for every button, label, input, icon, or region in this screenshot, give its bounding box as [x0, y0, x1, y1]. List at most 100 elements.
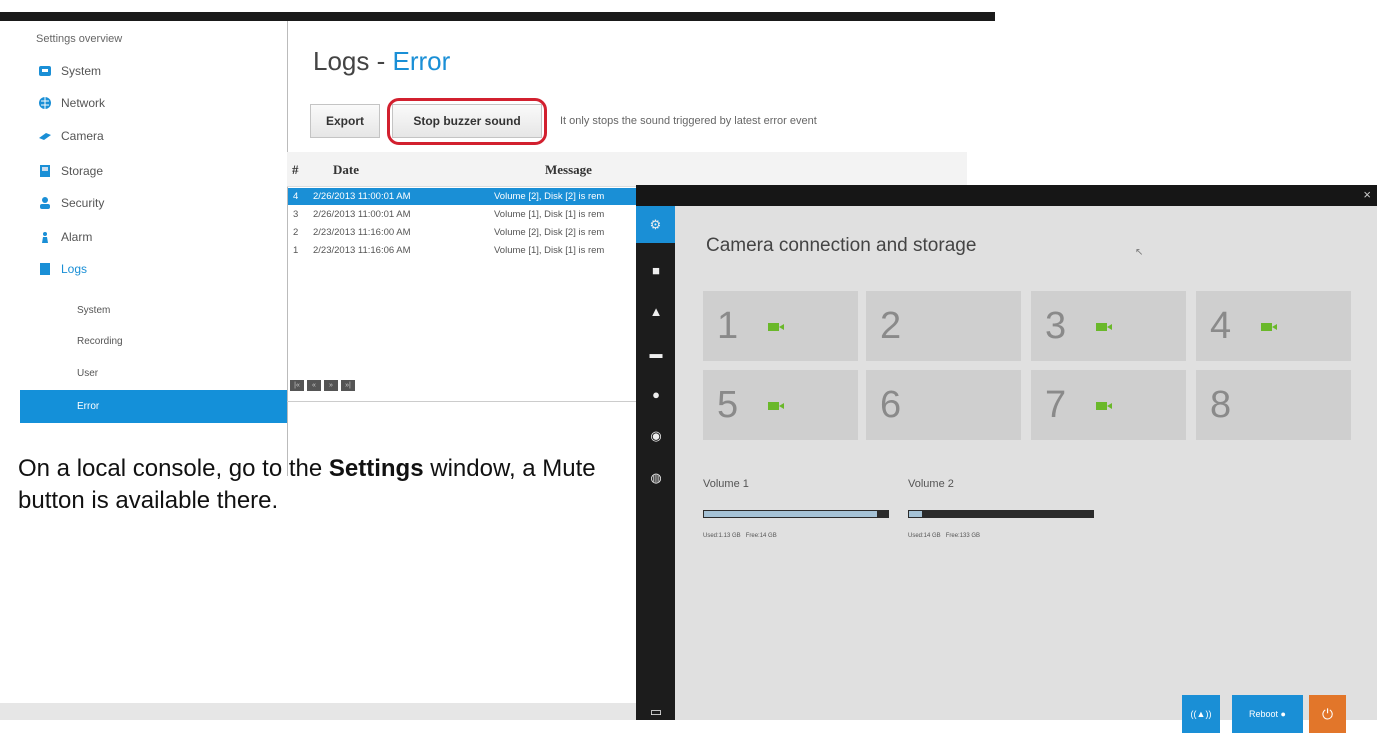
camera-number: 2: [880, 305, 902, 347]
camera-connected-icon: [1261, 323, 1277, 331]
camera-number: 3: [1045, 305, 1067, 347]
row-date: 2/23/2013 11:16:06 AM: [313, 245, 411, 256]
camera-tile-2[interactable]: 2: [866, 291, 1021, 361]
nav-label-logs: Logs: [61, 262, 88, 276]
keyboard-icon[interactable]: ▭: [648, 704, 664, 720]
camera-number: 1: [717, 305, 739, 347]
nav-label-security: Security: [61, 196, 105, 210]
settings-overview-label: Settings overview: [36, 33, 123, 45]
pager-last-button[interactable]: »|: [341, 380, 355, 391]
power-button[interactable]: ⏻: [1309, 695, 1346, 733]
top-bar: [0, 12, 995, 21]
col-header-message: Message: [545, 162, 592, 177]
camera-number: 4: [1210, 305, 1232, 347]
camera-connected-icon: [1096, 323, 1112, 331]
camera-connected-icon: [1096, 402, 1112, 410]
nav-item-security[interactable]: Security: [38, 191, 104, 215]
volume-2-title: Volume 2: [908, 478, 954, 490]
volume-1-usage-bar: [703, 510, 889, 518]
volume-1-used: Used:1.13 GB: [703, 533, 741, 539]
log-table-header: # Date Message: [287, 152, 967, 187]
pager-first-button[interactable]: |«: [290, 380, 304, 391]
camera-number: 5: [717, 384, 739, 426]
page-title-prefix: Logs -: [313, 46, 393, 76]
camera-tile-6[interactable]: 6: [866, 370, 1021, 440]
mute-button[interactable]: ((▲)): [1182, 695, 1220, 733]
caption-prefix: On a local console, go to the: [18, 455, 329, 482]
volume-2-legend: Used:14 GB Free:133 GB: [908, 533, 980, 539]
nav-item-logs[interactable]: Logs: [38, 257, 87, 281]
security-icon: [40, 197, 50, 209]
volume-1-legend: Used:1.13 GB Free:14 GB: [703, 533, 777, 539]
gear-icon[interactable]: ⚙: [636, 206, 675, 243]
nav-item-storage[interactable]: Storage: [38, 159, 103, 183]
database-icon[interactable]: ◉: [648, 428, 664, 444]
camera-tile-5[interactable]: 5: [703, 370, 858, 440]
camera-connected-icon: [768, 323, 784, 331]
pager-prev-button[interactable]: «: [307, 380, 321, 391]
divider: [287, 401, 642, 402]
row-message: Volume [2], Disk [2] is rem: [494, 191, 605, 202]
settings-sidebar: Settings overview System Network Camera …: [0, 21, 288, 476]
globe-icon[interactable]: ◍: [648, 470, 664, 486]
row-message: Volume [1], Disk [1] is rem: [494, 245, 605, 256]
nav-item-system[interactable]: System: [38, 59, 101, 83]
export-button[interactable]: Export: [310, 104, 380, 138]
camera-tile-7[interactable]: 7: [1031, 370, 1186, 440]
camera-icon: [39, 133, 51, 140]
display-icon[interactable]: ▬: [648, 346, 664, 362]
console-section-title: Camera connection and storage: [706, 235, 977, 256]
camera-tile-4[interactable]: 4: [1196, 291, 1351, 361]
camera-number: 6: [880, 384, 902, 426]
camera-number: 8: [1210, 384, 1232, 426]
nav-label-system: System: [61, 64, 102, 78]
row-date: 2/23/2013 11:16:00 AM: [313, 227, 411, 238]
volume-2-used-fill: [909, 511, 923, 517]
camera-number: 7: [1045, 384, 1067, 426]
row-num: 3: [293, 209, 299, 220]
row-num: 1: [293, 245, 299, 256]
nav-label-network: Network: [61, 96, 106, 110]
alert-icon[interactable]: ▲: [648, 304, 664, 320]
system-icon: [39, 66, 51, 76]
pager-next-button[interactable]: »: [324, 380, 338, 391]
logs-sub-recording[interactable]: Recording: [77, 336, 123, 347]
video-camera-icon[interactable]: ■: [648, 263, 664, 279]
row-message: Volume [2], Disk [2] is rem: [494, 227, 605, 238]
local-console-window: × ⚙ ■ ▲ ▬ ● ◉ ◍ ▭ Camera connection and …: [636, 185, 1377, 733]
volume-2-used: Used:14 GB: [908, 533, 941, 539]
camera-tile-8[interactable]: 8: [1196, 370, 1351, 440]
nav-item-camera[interactable]: Camera: [38, 124, 104, 148]
logs-sub-error[interactable]: Error: [20, 390, 287, 423]
nav-item-network[interactable]: Network: [38, 91, 105, 115]
caption-bold: Settings: [328, 455, 424, 482]
volume-1-used-fill: [704, 511, 877, 517]
volume-1-title: Volume 1: [703, 478, 749, 490]
stop-buzzer-hint: It only stops the sound triggered by lat…: [560, 115, 817, 127]
logs-sub-system[interactable]: System: [77, 305, 110, 316]
nav-item-alarm[interactable]: Alarm: [38, 225, 92, 249]
row-date: 2/26/2013 11:00:01 AM: [313, 191, 411, 202]
camera-tile-1[interactable]: 1: [703, 291, 858, 361]
row-message: Volume [1], Disk [1] is rem: [494, 209, 605, 220]
reboot-button[interactable]: Reboot ●: [1232, 695, 1303, 733]
volume-2-usage-bar: [908, 510, 1094, 518]
console-titlebar: ×: [636, 185, 1377, 206]
logs-icon: [40, 263, 50, 275]
highlight-ring: [387, 98, 547, 145]
bottom-strip: [0, 703, 640, 720]
close-icon[interactable]: ×: [1363, 187, 1371, 202]
mouse-cursor-icon: ↖: [1135, 247, 1144, 258]
logs-sub-user[interactable]: User: [77, 368, 98, 379]
nav-label-alarm: Alarm: [61, 230, 93, 244]
camera-tile-3[interactable]: 3: [1031, 291, 1186, 361]
col-header-date: Date: [333, 162, 359, 177]
nav-label-camera: Camera: [61, 129, 104, 143]
console-sidebar: ⚙ ■ ▲ ▬ ● ◉ ◍ ▭: [636, 206, 675, 720]
col-header-num: #: [292, 162, 299, 177]
page-title: Logs - Error: [313, 46, 450, 77]
alarm-icon: [42, 232, 48, 243]
volume-1-free: Free:14 GB: [745, 533, 777, 539]
volume-2-free: Free:133 GB: [945, 533, 981, 539]
user-icon[interactable]: ●: [648, 387, 664, 403]
